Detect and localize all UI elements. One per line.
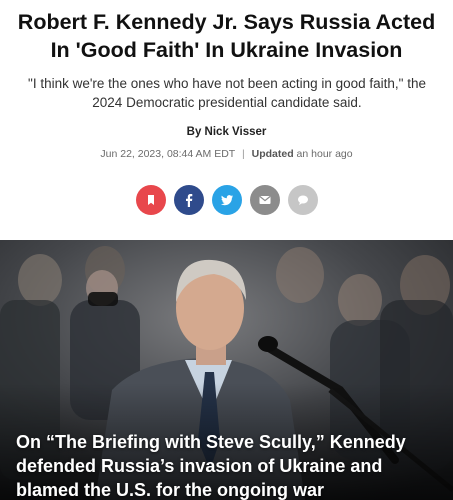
bookmark-icon [147,195,154,205]
twitter-share-button[interactable] [211,185,242,215]
email-share-button[interactable] [249,185,280,215]
byline-prefix: By [186,126,202,138]
article-page: Robert F. Kennedy Jr. Says Russia Acted … [0,0,453,500]
updated-label: Updated [251,148,294,160]
published-timestamp: Jun 22, 2023, 08:44 AM EDT [100,148,236,160]
article-dates: Jun 22, 2023, 08:44 AM EDT | Updated an … [0,148,453,160]
twitter-icon [220,195,233,206]
byline: By Nick Visser [0,126,453,138]
updated-value: an hour ago [296,148,353,160]
envelope-icon [258,195,271,204]
share-bar [0,185,453,215]
date-separator: | [241,148,245,160]
hero-caption: On “The Briefing with Steve Scully,” Ken… [16,432,406,500]
comments-button[interactable] [287,185,318,215]
facebook-icon [185,194,192,207]
comment-bubble-icon [297,195,308,205]
bookmark-button[interactable] [135,185,166,215]
facebook-share-button[interactable] [173,185,204,215]
article-subheadline: "I think we're the ones who have not bee… [28,76,426,110]
article-headline: Robert F. Kennedy Jr. Says Russia Acted … [17,10,436,62]
author-link[interactable]: Nick Visser [205,126,267,138]
